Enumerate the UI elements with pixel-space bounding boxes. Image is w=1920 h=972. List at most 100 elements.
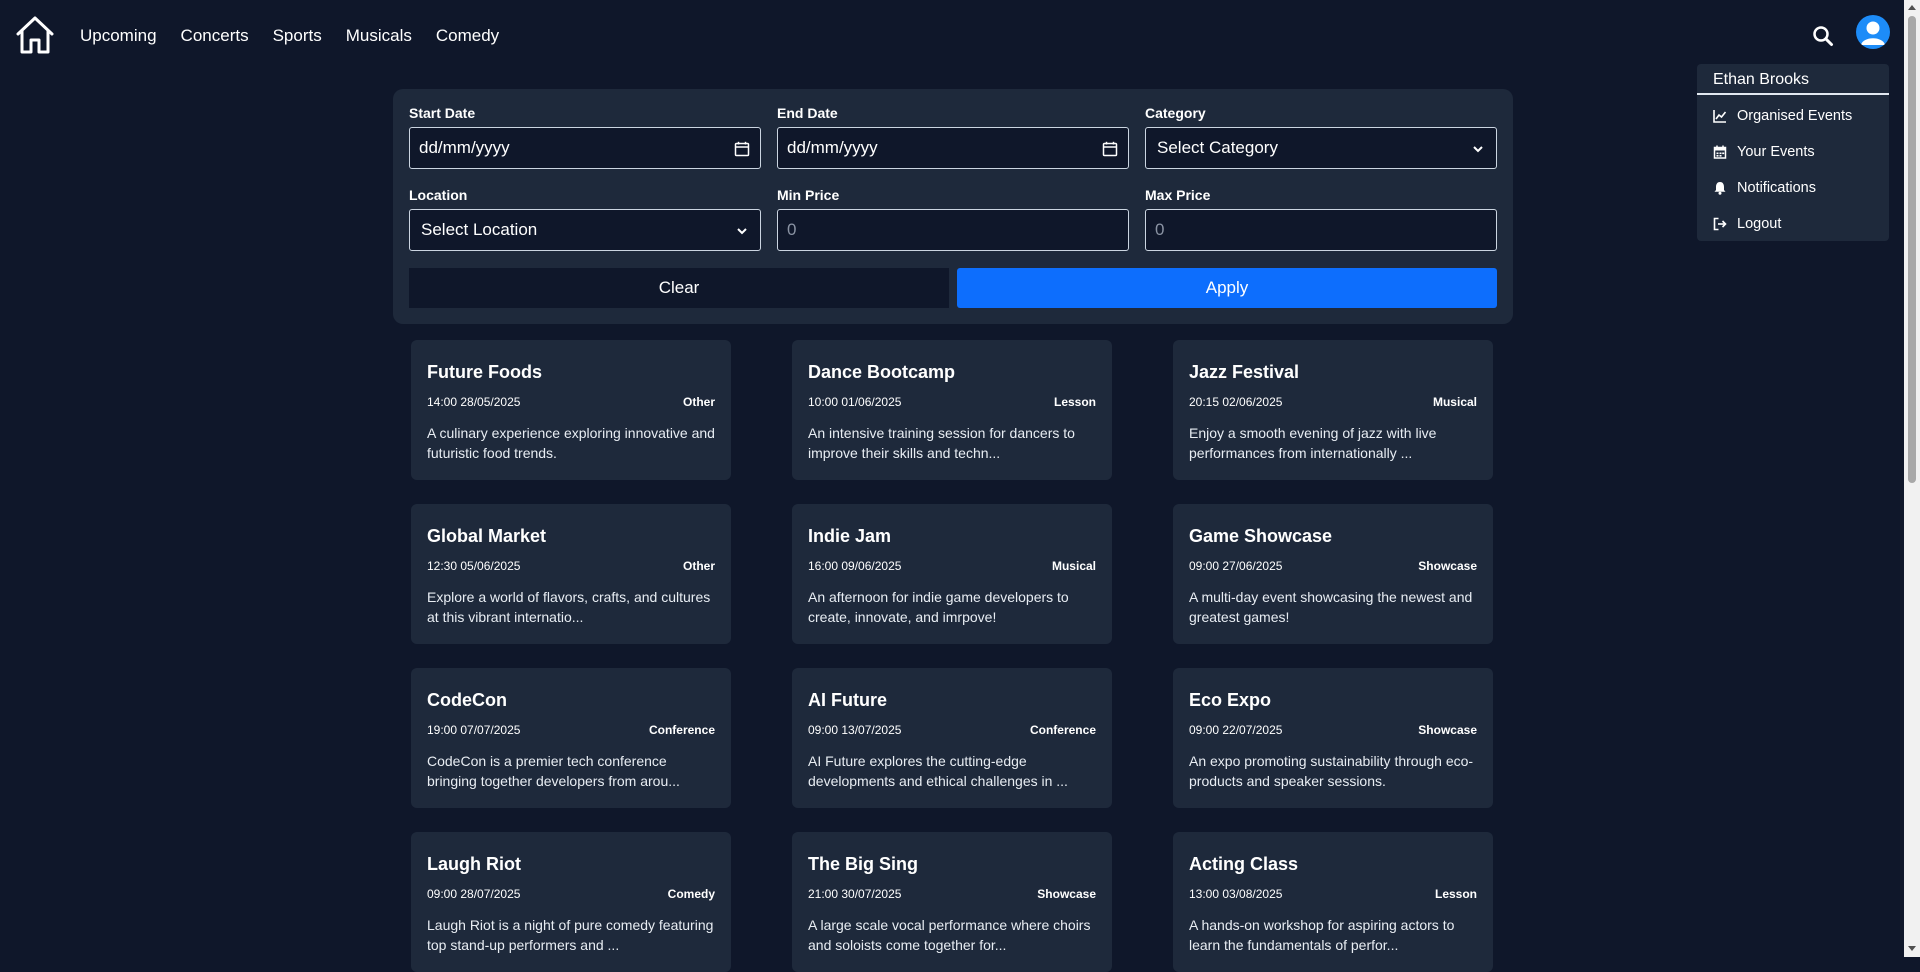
event-title: Global Market xyxy=(427,526,547,546)
event-category: Other xyxy=(682,395,715,409)
scrollbar-thumb[interactable] xyxy=(1908,16,1916,483)
event-card[interactable]: The Big Sing 21:00 30/07/2025 Showcase A … xyxy=(792,832,1112,972)
event-description: CodeCon is a premier tech conference bri… xyxy=(427,753,680,789)
event-datetime: 09:00 28/07/2025 xyxy=(427,887,521,901)
event-datetime: 13:00 03/08/2025 xyxy=(1189,887,1283,901)
event-description: An afternoon for indie game developers t… xyxy=(808,589,1069,625)
event-card[interactable]: Indie Jam 16:00 09/06/2025 Musical An aft… xyxy=(792,504,1112,644)
search-icon[interactable] xyxy=(1812,25,1834,47)
event-card[interactable]: AI Future 09:00 13/07/2025 Conference AI … xyxy=(792,668,1112,808)
end-date-label: End Date xyxy=(777,105,838,121)
menu-item-label: Organised Events xyxy=(1737,108,1853,124)
calendar-icon[interactable] xyxy=(734,141,750,157)
event-card[interactable]: Game Showcase 09:00 27/06/2025 Showcase A… xyxy=(1173,504,1493,644)
clear-button[interactable]: Clear xyxy=(409,268,949,308)
nav-link-sports[interactable]: Sports xyxy=(273,24,322,48)
event-description: A hands-on workshop for aspiring actors … xyxy=(1189,917,1455,953)
event-datetime: 09:00 13/07/2025 xyxy=(808,723,902,737)
event-category: Conference xyxy=(648,723,715,737)
nav-link-comedy[interactable]: Comedy xyxy=(436,24,499,48)
event-description: Enjoy a smooth evening of jazz with live… xyxy=(1189,425,1437,461)
end-date-field: End Date dd/mm/yyyy xyxy=(777,103,1129,169)
menu-item-notifications[interactable]: Notifications xyxy=(1697,170,1889,206)
start-date-field: Start Date dd/mm/yyyy xyxy=(409,103,761,169)
nav-link-upcoming[interactable]: Upcoming xyxy=(80,24,157,48)
event-card[interactable]: Eco Expo 09:00 22/07/2025 Showcase An exp… xyxy=(1173,668,1493,808)
min-price-field: Min Price 0 xyxy=(777,185,1129,251)
location-value: Select Location xyxy=(421,220,538,239)
event-description: A culinary experience exploring innovati… xyxy=(427,425,715,461)
event-category: Musical xyxy=(1432,395,1477,409)
event-title: Eco Expo xyxy=(1189,690,1272,710)
menu-item-label: Logout xyxy=(1737,216,1782,232)
menu-item-label: Your Events xyxy=(1737,144,1815,160)
event-category: Comedy xyxy=(667,887,715,901)
event-title: AI Future xyxy=(808,690,887,710)
menu-item-organised-events[interactable]: Organised Events xyxy=(1697,98,1889,134)
event-card[interactable]: Acting Class 13:00 03/08/2025 Lesson A ha… xyxy=(1173,832,1493,972)
event-category: Other xyxy=(682,559,715,573)
event-datetime: 16:00 09/06/2025 xyxy=(808,559,902,573)
calendar-icon xyxy=(1713,145,1727,159)
event-title: Dance Bootcamp xyxy=(808,362,956,382)
event-datetime: 21:00 30/07/2025 xyxy=(808,887,902,901)
event-description: An expo promoting sustainability through… xyxy=(1189,753,1474,789)
apply-button[interactable]: Apply xyxy=(957,268,1497,308)
event-title: Game Showcase xyxy=(1189,526,1333,546)
event-title: CodeCon xyxy=(427,690,507,710)
start-date-input[interactable]: dd/mm/yyyy xyxy=(409,127,761,169)
max-price-placeholder: 0 xyxy=(1155,220,1165,239)
event-category: Showcase xyxy=(1418,723,1477,737)
event-title: Laugh Riot xyxy=(427,854,521,874)
event-description: A large scale vocal performance where ch… xyxy=(808,917,1091,953)
menu-item-logout[interactable]: Logout xyxy=(1697,206,1889,242)
category-select[interactable]: Select Category xyxy=(1145,127,1497,169)
event-category: Showcase xyxy=(1037,887,1096,901)
event-category: Showcase xyxy=(1418,559,1477,573)
event-description: A multi-day event showcasing the newest … xyxy=(1189,589,1473,625)
event-datetime: 09:00 22/07/2025 xyxy=(1189,723,1283,737)
event-title: Acting Class xyxy=(1189,854,1299,874)
menu-item-label: Notifications xyxy=(1737,180,1816,196)
nav-link-musicals[interactable]: Musicals xyxy=(346,24,412,48)
event-card[interactable]: Dance Bootcamp 10:00 01/06/2025 Lesson An… xyxy=(792,340,1112,480)
event-datetime: 09:00 27/06/2025 xyxy=(1189,559,1283,573)
scroll-up-arrow-icon[interactable] xyxy=(1908,5,1916,10)
bell-icon xyxy=(1713,181,1727,195)
event-datetime: 20:15 02/06/2025 xyxy=(1189,395,1283,409)
category-value: Select Category xyxy=(1157,138,1278,157)
event-description: Explore a world of flavors, crafts, and … xyxy=(427,589,711,625)
nav-link-concerts[interactable]: Concerts xyxy=(181,24,249,48)
location-select[interactable]: Select Location xyxy=(409,209,761,251)
event-card[interactable]: Global Market 12:30 05/06/2025 Other Expl… xyxy=(411,504,731,644)
event-description: An intensive training session for dancer… xyxy=(808,425,1075,461)
max-price-field: Max Price 0 xyxy=(1145,185,1497,251)
home-icon[interactable] xyxy=(14,14,56,56)
scroll-down-arrow-icon[interactable] xyxy=(1908,946,1916,951)
event-card[interactable]: CodeCon 19:00 07/07/2025 Conference CodeC… xyxy=(411,668,731,808)
end-date-input[interactable]: dd/mm/yyyy xyxy=(777,127,1129,169)
event-description: AI Future explores the cutting-edge deve… xyxy=(808,753,1068,789)
menu-item-your-events[interactable]: Your Events xyxy=(1697,134,1889,170)
logout-icon xyxy=(1713,217,1727,231)
event-card[interactable]: Future Foods 14:00 28/05/2025 Other A cul… xyxy=(411,340,731,480)
event-card[interactable]: Jazz Festival 20:15 02/06/2025 Musical En… xyxy=(1173,340,1493,480)
chevron-down-icon xyxy=(734,223,750,239)
location-label: Location xyxy=(409,187,468,203)
min-price-label: Min Price xyxy=(777,187,840,203)
event-title: Future Foods xyxy=(427,362,542,382)
user-avatar-icon[interactable] xyxy=(1856,15,1890,49)
end-date-value: dd/mm/yyyy xyxy=(787,138,878,157)
event-card[interactable]: Laugh Riot 09:00 28/07/2025 Comedy Laugh … xyxy=(411,832,731,972)
event-datetime: 10:00 01/06/2025 xyxy=(808,395,902,409)
chevron-down-icon xyxy=(1470,141,1486,157)
max-price-input[interactable]: 0 xyxy=(1145,209,1497,251)
event-title: The Big Sing xyxy=(808,854,918,874)
page-scrollbar[interactable] xyxy=(1904,0,1920,957)
user-name: Ethan Brooks xyxy=(1697,64,1889,95)
min-price-input[interactable]: 0 xyxy=(777,209,1129,251)
calendar-icon[interactable] xyxy=(1102,141,1118,157)
event-category: Conference xyxy=(1029,723,1096,737)
user-dropdown-menu: Ethan Brooks Organised Events Your Event… xyxy=(1697,64,1889,241)
event-title: Indie Jam xyxy=(808,526,892,546)
